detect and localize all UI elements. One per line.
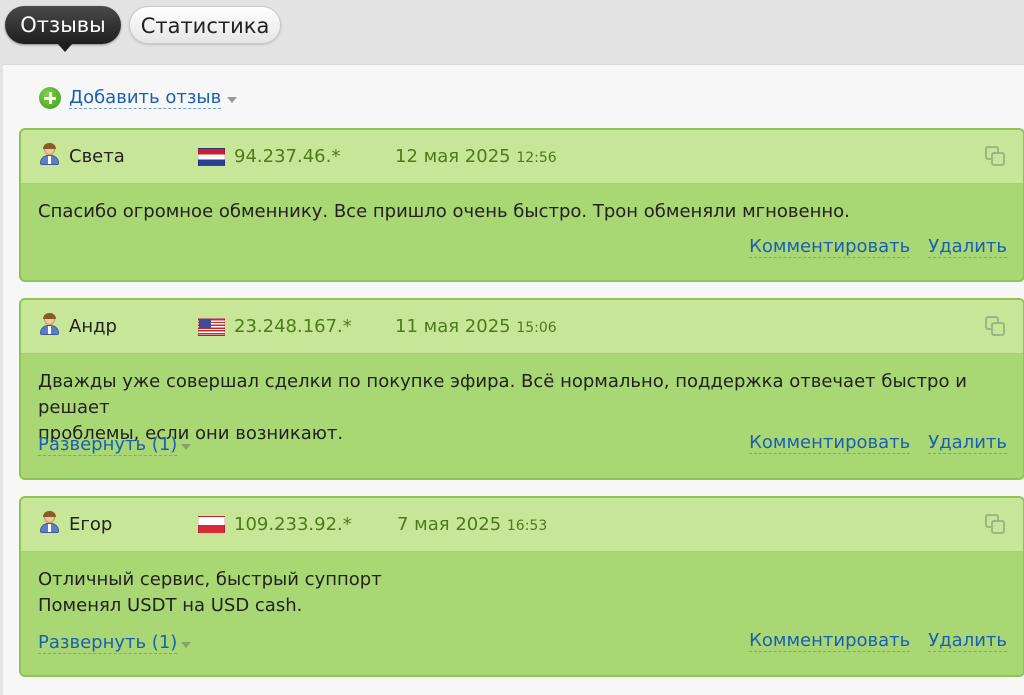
review-date: 7 мая 2025 16:53 [397, 514, 548, 535]
comment-link[interactable]: Комментировать [749, 236, 911, 258]
review-time: 15:06 [516, 320, 557, 336]
review-ip: 94.237.46.* [234, 146, 341, 167]
expand-link[interactable]: Развернуть (1) [38, 434, 178, 456]
plus-icon[interactable] [39, 87, 61, 109]
nl-flag-icon [198, 148, 225, 166]
review-header: Света 94.237.46.* 12 мая 2025 12:56 [21, 130, 1023, 184]
expand-link[interactable]: Развернуть (1) [38, 632, 178, 654]
review-time: 12:56 [516, 150, 557, 166]
copy-icon[interactable] [985, 316, 1007, 338]
delete-link[interactable]: Удалить [928, 630, 1007, 652]
review-actions: Комментировать Удалить [749, 630, 1007, 652]
tab-statistics[interactable]: Статистика [129, 6, 281, 44]
copy-icon[interactable] [985, 514, 1007, 536]
review-header: Андр 23.248.167.* 11 мая 2025 15:06 [21, 300, 1023, 354]
expand-control: Развернуть (1) [38, 632, 192, 654]
tab-bar: Отзывы Статистика [0, 0, 1024, 64]
tab-reviews[interactable]: Отзывы [5, 6, 121, 52]
comment-link[interactable]: Комментировать [749, 432, 911, 454]
review-ip: 23.248.167.* [234, 316, 352, 337]
copy-icon[interactable] [985, 146, 1007, 168]
review-card: Егор 109.233.92.* 7 мая 2025 16:53 Отлич… [19, 496, 1024, 677]
review-header: Егор 109.233.92.* 7 мая 2025 16:53 [21, 498, 1023, 552]
review-actions: Комментировать Удалить [749, 236, 1007, 258]
review-date: 11 мая 2025 15:06 [395, 316, 557, 337]
delete-link[interactable]: Удалить [928, 432, 1007, 454]
review-card: Андр 23.248.167.* 11 мая 2025 15:06 Дваж… [19, 298, 1024, 480]
review-date: 12 мая 2025 12:56 [395, 146, 557, 167]
review-time: 16:53 [506, 518, 548, 534]
user-icon [39, 511, 59, 534]
review-actions: Комментировать Удалить [749, 432, 1007, 454]
reviews-panel: Добавить отзыв Света 94.237.46.* 12 мая … [3, 64, 1024, 695]
review-text: Спасибо огромное обменнику. Все пришло о… [38, 201, 850, 222]
delete-link[interactable]: Удалить [928, 236, 1007, 258]
review-author: Егор [69, 514, 113, 535]
chevron-down-icon[interactable] [181, 443, 192, 450]
review-card: Света 94.237.46.* 12 мая 2025 12:56 Спас… [19, 128, 1024, 282]
add-review: Добавить отзыв [39, 85, 238, 111]
pl-flag-icon [198, 516, 225, 534]
add-review-link[interactable]: Добавить отзыв [69, 87, 222, 109]
expand-control: Развернуть (1) [38, 434, 192, 456]
review-text: Отличный сервис, быстрый суппорт Поменял… [38, 569, 382, 616]
review-author: Андр [69, 316, 117, 337]
us-flag-icon [198, 318, 225, 336]
chevron-down-icon[interactable] [181, 641, 192, 648]
review-author: Света [69, 146, 125, 167]
user-icon [39, 313, 59, 336]
review-ip: 109.233.92.* [234, 514, 352, 535]
chevron-down-icon[interactable] [227, 96, 238, 103]
user-icon [39, 143, 59, 166]
comment-link[interactable]: Комментировать [749, 630, 911, 652]
